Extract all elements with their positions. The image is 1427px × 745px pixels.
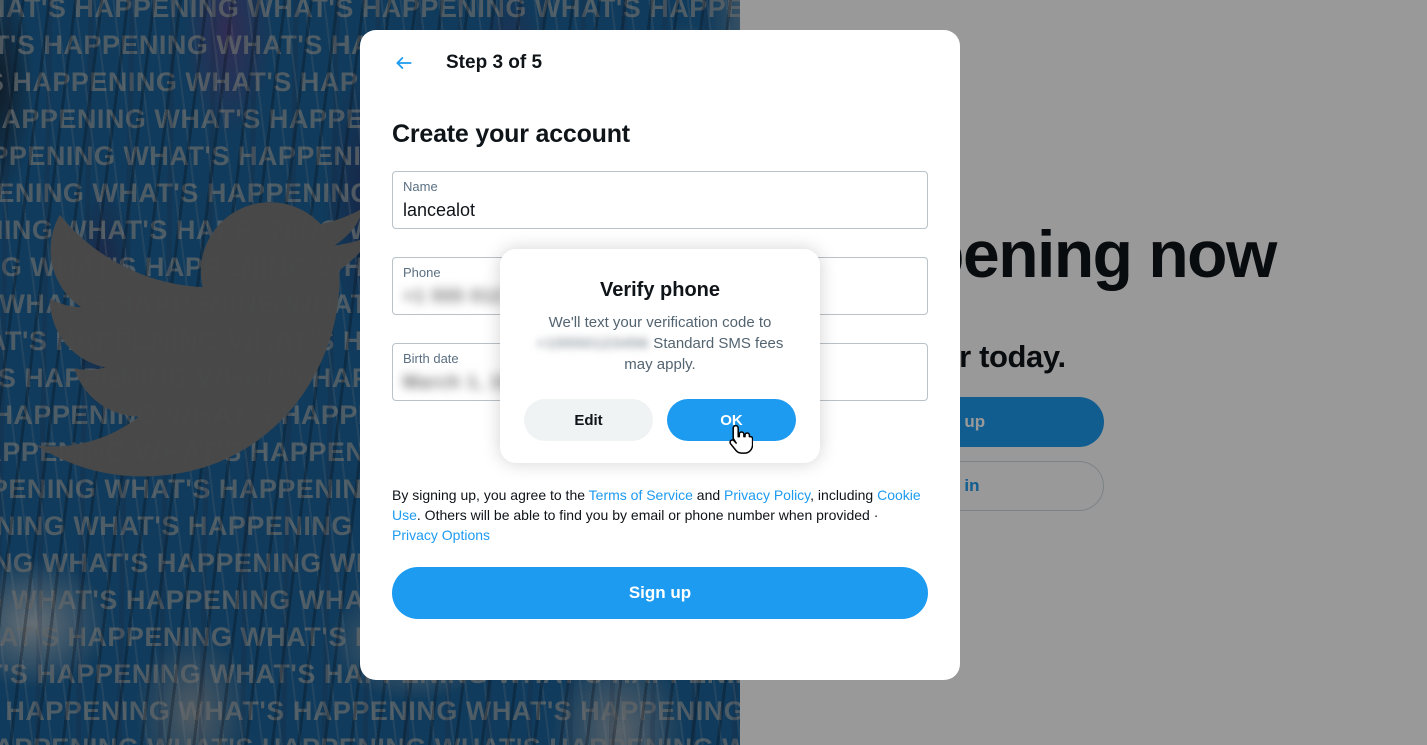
verify-body-part1: We'll text your verification code to [548, 314, 772, 331]
terms-of-service-link[interactable]: Terms of Service [589, 487, 693, 503]
modal-header: Step 3 of 5 [392, 30, 928, 94]
legal-text-part2: and [692, 487, 725, 503]
app-root: WHAT'S HAPPENING WHAT'S HAPPENING WHAT'S… [0, 0, 1427, 745]
signup-submit-button[interactable]: Sign up [392, 567, 928, 619]
verify-phone-number-redacted: +15550123456 [536, 335, 650, 352]
step-indicator: Step 3 of 5 [446, 52, 543, 73]
verify-dialog-actions: Edit OK [524, 399, 796, 441]
legal-text-part4: . Others will be able to find you by ema… [416, 507, 879, 523]
privacy-policy-link[interactable]: Privacy Policy [724, 487, 810, 503]
name-field-label: Name [403, 179, 438, 194]
verify-dialog-title: Verify phone [599, 279, 721, 301]
edit-button[interactable]: Edit [524, 399, 653, 441]
name-field-value: lancealot [403, 200, 476, 220]
modal-title: Create your account [392, 120, 630, 148]
ok-button[interactable]: OK [667, 399, 796, 441]
legal-text-part3: , including [810, 487, 878, 503]
name-field[interactable]: Name lancealot [392, 171, 928, 229]
verify-phone-dialog: Verify phone We'll text your verificatio… [500, 249, 820, 463]
legal-disclaimer: By signing up, you agree to the Terms of… [392, 485, 928, 545]
legal-text-part1: By signing up, you agree to the [392, 487, 589, 503]
privacy-options-link[interactable]: Privacy Options [392, 527, 490, 543]
back-arrow-icon[interactable] [386, 45, 422, 81]
verify-dialog-body: We'll text your verification code to +15… [524, 312, 796, 375]
